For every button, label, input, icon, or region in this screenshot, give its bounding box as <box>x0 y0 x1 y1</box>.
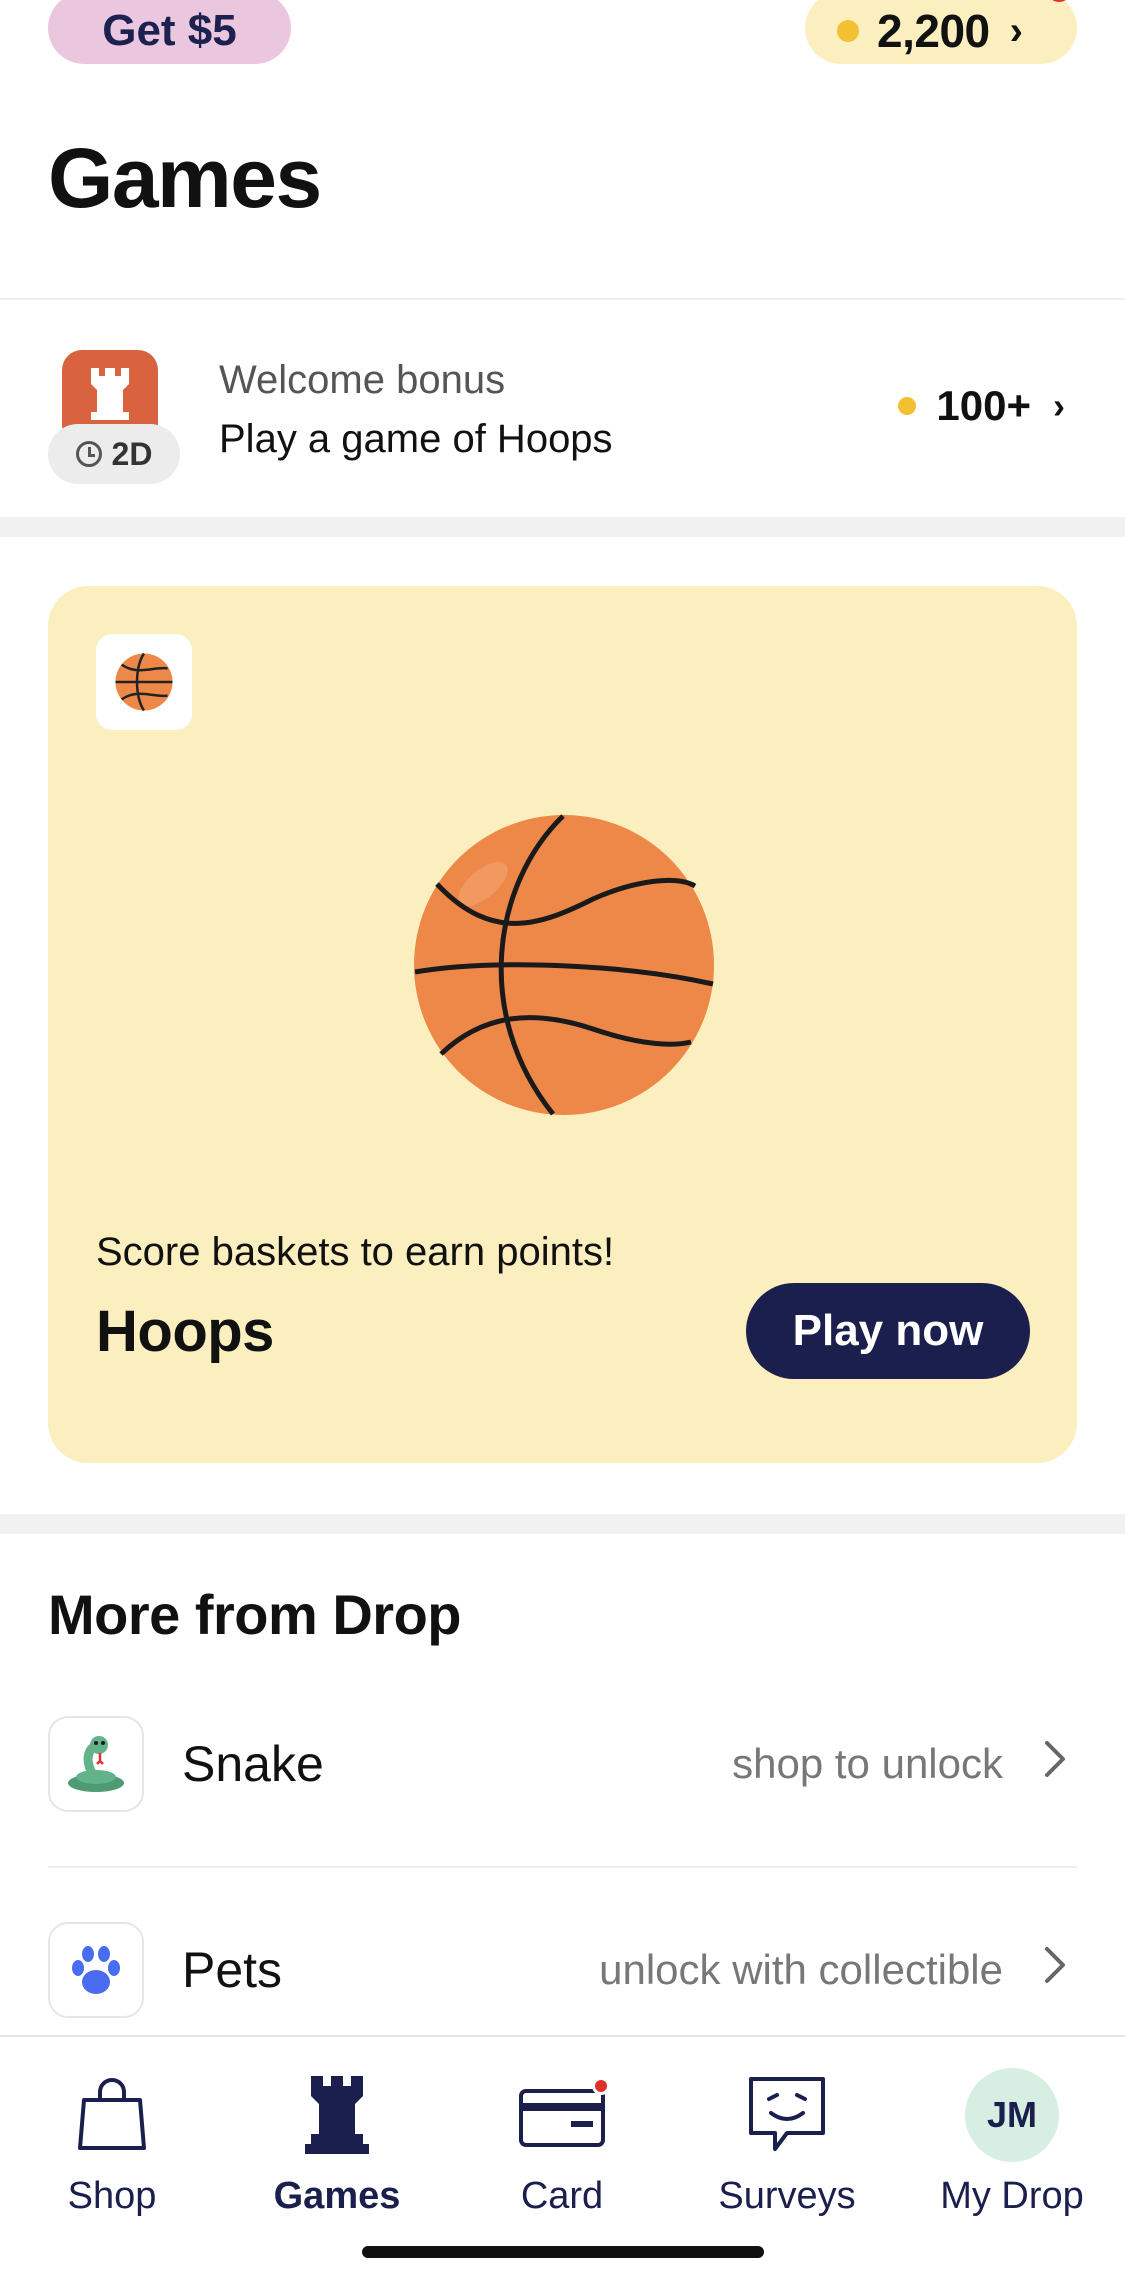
tab-surveys[interactable]: Surveys <box>687 2067 887 2227</box>
play-now-button[interactable]: Play now <box>746 1283 1030 1379</box>
chevron-right-icon: › <box>1053 385 1065 426</box>
game-title: Hoops <box>96 1299 274 1364</box>
coin-icon <box>837 20 859 42</box>
shopping-bag-icon <box>64 2067 160 2163</box>
game-status: shop to unlock <box>732 1740 1003 1787</box>
chevron-right-icon <box>1043 1739 1067 1790</box>
time-remaining: 2D <box>111 435 153 472</box>
basketball-icon <box>96 634 192 730</box>
home-indicator[interactable] <box>362 2246 764 2258</box>
tab-label: Card <box>520 2175 604 2217</box>
list-item-snake[interactable]: Snake shop to unlock <box>48 1716 1077 1812</box>
section-divider <box>0 1514 1125 1534</box>
snake-icon <box>48 1716 144 1812</box>
divider <box>48 1866 1077 1868</box>
divider <box>0 298 1125 300</box>
avatar: JM <box>964 2067 1060 2163</box>
chat-smile-icon <box>739 2067 835 2163</box>
top-bar: Get $5 2,200 › <box>0 0 1125 70</box>
game-name: Snake <box>182 1736 324 1792</box>
points-balance-button[interactable]: 2,200 › <box>805 0 1077 64</box>
game-status: unlock with collectible <box>599 1946 1003 1993</box>
game-name: Pets <box>182 1942 283 1998</box>
referral-label: Get $5 <box>102 6 237 55</box>
points-balance: 2,200 <box>877 5 990 57</box>
page-title: Games <box>48 131 322 225</box>
chevron-right-icon <box>1043 1945 1067 1996</box>
game-tagline: Score baskets to earn points! <box>96 1230 615 1274</box>
rook-icon <box>289 2067 385 2163</box>
tab-label: Surveys <box>718 2175 856 2217</box>
list-item-pets[interactable]: Pets unlock with collectible <box>48 1922 1077 2018</box>
coin-icon <box>898 397 917 415</box>
tab-card[interactable]: Card <box>462 2067 662 2227</box>
tab-my-drop[interactable]: JM My Drop <box>912 2067 1112 2227</box>
tab-games[interactable]: Games <box>237 2067 437 2227</box>
time-remaining-badge: 2D <box>48 424 180 484</box>
tab-label: My Drop <box>940 2175 1084 2217</box>
bonus-description: Play a game of Hoops <box>219 417 613 461</box>
clock-icon <box>75 441 102 467</box>
paw-icon <box>48 1922 144 2018</box>
referral-button[interactable]: Get $5 <box>48 0 291 64</box>
bonus-label: Welcome bonus <box>219 358 506 402</box>
chevron-right-icon: › <box>1009 8 1023 53</box>
bonus-points-value: 100+ <box>936 382 1031 429</box>
basketball-illustration <box>413 814 715 1116</box>
notification-dot <box>1047 0 1071 2</box>
avatar-initials: JM <box>965 2068 1059 2162</box>
welcome-bonus-row[interactable]: 2D Welcome bonus Play a game of Hoops 10… <box>0 302 1125 516</box>
notification-dot <box>592 2077 610 2095</box>
section-title: More from Drop <box>48 1583 462 1646</box>
card-icon <box>514 2067 610 2163</box>
section-divider <box>0 517 1125 537</box>
tab-shop[interactable]: Shop <box>12 2067 212 2227</box>
tab-label: Shop <box>67 2175 157 2217</box>
tab-label: Games <box>273 2175 401 2217</box>
bonus-points: 100+ › <box>898 382 1065 430</box>
featured-game-card[interactable]: Score baskets to earn points! Hoops Play… <box>48 586 1077 1463</box>
